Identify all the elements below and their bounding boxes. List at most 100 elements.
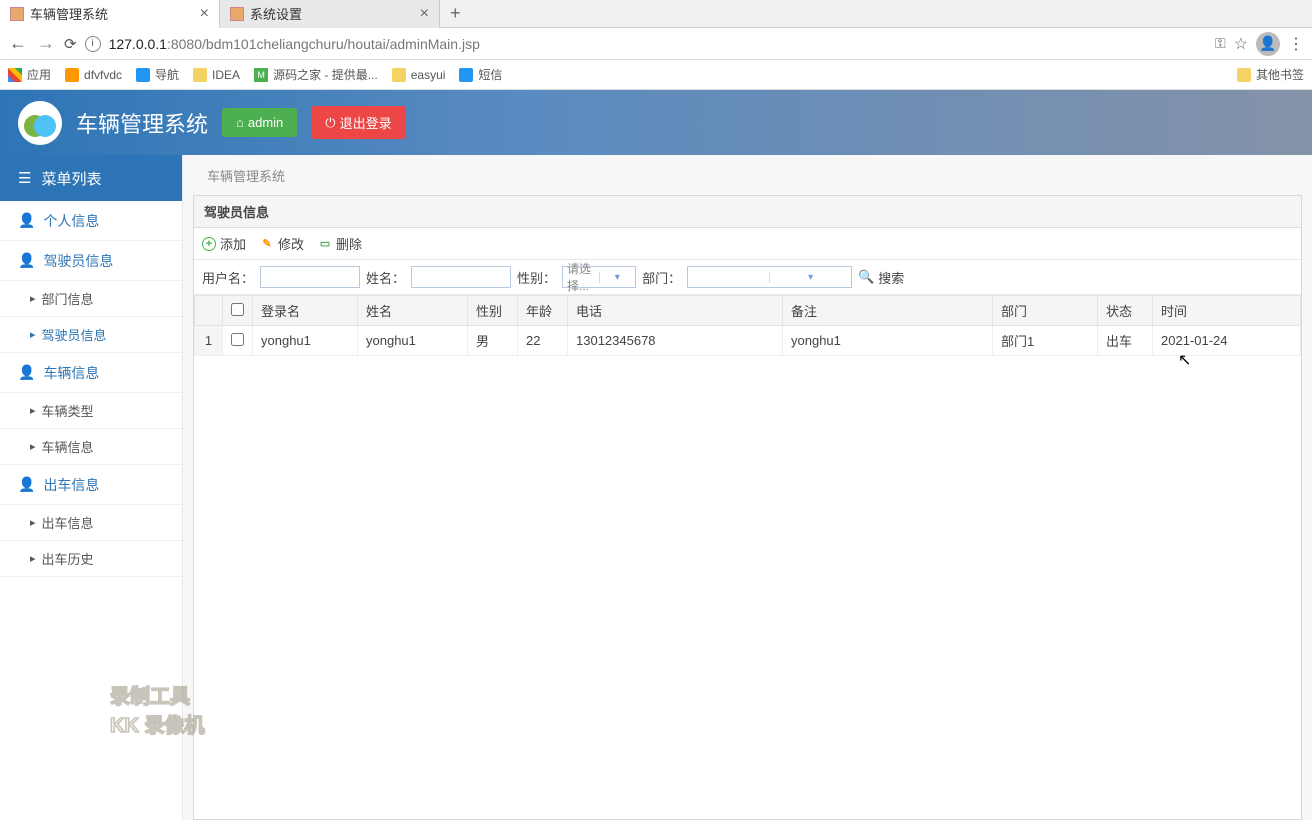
bookmark-icon — [65, 68, 79, 82]
breadcrumb: 车辆管理系统 — [183, 155, 1312, 195]
sidebar-item-vehicle[interactable]: 👤车辆信息 — [0, 353, 182, 393]
select-all-checkbox[interactable] — [231, 303, 244, 316]
pencil-icon: ✎ — [260, 237, 274, 251]
apps-button[interactable]: 应用 — [8, 66, 51, 83]
gender-label: 性别： — [517, 268, 556, 287]
bookmarks-bar: 应用 dfvfvdc 导航 IDEA M源码之家 - 提供最... easyui… — [0, 60, 1312, 90]
col-login[interactable]: 登录名 — [253, 296, 358, 326]
name-label: 姓名： — [366, 268, 405, 287]
list-icon: ☰ — [18, 169, 31, 187]
col-checkbox — [223, 296, 253, 326]
apps-icon — [8, 68, 22, 82]
name-input[interactable] — [411, 266, 511, 288]
col-status[interactable]: 状态 — [1098, 296, 1153, 326]
sidebar-header: ☰菜单列表 — [0, 155, 182, 201]
cell-remark: yonghu1 — [783, 326, 993, 356]
tab-title: 系统设置 — [250, 4, 302, 23]
bookmark-item[interactable]: easyui — [392, 68, 446, 82]
sidebar-sub-vehicleinfo[interactable]: 车辆信息 — [0, 429, 182, 465]
back-button[interactable]: ← — [8, 33, 28, 54]
search-button[interactable]: 🔍搜索 — [858, 268, 904, 287]
key-icon[interactable]: ⚿ — [1215, 35, 1226, 52]
col-phone[interactable]: 电话 — [568, 296, 783, 326]
table-row[interactable]: 1 yonghu1 yonghu1 男 22 13012345678 yongh… — [195, 326, 1301, 356]
sidebar-item-dispatch[interactable]: 👤出车信息 — [0, 465, 182, 505]
col-time[interactable]: 时间 — [1153, 296, 1301, 326]
search-bar: 用户名： 姓名： 性别： 请选择...▾ 部门： ▾ 🔍搜索 — [194, 260, 1301, 295]
col-name[interactable]: 姓名 — [358, 296, 468, 326]
col-dept[interactable]: 部门 — [993, 296, 1098, 326]
minus-icon: ▭ — [318, 237, 332, 251]
cell-gender: 男 — [468, 326, 518, 356]
header-row: 登录名 姓名 性别 年龄 电话 备注 部门 状态 时间 — [195, 296, 1301, 326]
cell-phone: 13012345678 — [568, 326, 783, 356]
folder-icon — [392, 68, 406, 82]
tab-title: 车辆管理系统 — [30, 4, 108, 23]
cell-time: 2021-01-24 — [1153, 326, 1301, 356]
url-field[interactable]: 127.0.0.1:8080/bdm101cheliangchuru/houta… — [109, 36, 1207, 52]
new-tab-button[interactable]: + — [440, 3, 471, 24]
browser-tab-active[interactable]: 车辆管理系统 × — [0, 0, 220, 28]
sidebar-sub-dispatch[interactable]: 出车信息 — [0, 505, 182, 541]
sidebar: ☰菜单列表 👤个人信息 👤驾驶员信息 部门信息 驾驶员信息 👤车辆信息 车辆类型… — [0, 155, 183, 820]
cell-login: yonghu1 — [253, 326, 358, 356]
cell-name: yonghu1 — [358, 326, 468, 356]
app-title: 车辆管理系统 — [76, 107, 208, 139]
dept-select[interactable]: ▾ — [687, 266, 852, 288]
bookmark-item[interactable]: M源码之家 - 提供最... — [254, 66, 378, 83]
bookmark-item[interactable]: 导航 — [136, 66, 179, 83]
sidebar-sub-history[interactable]: 出车历史 — [0, 541, 182, 577]
app-header: 车辆管理系统 ⌂admin ⏻退出登录 — [0, 90, 1312, 155]
chevron-down-icon: ▾ — [599, 272, 636, 283]
logout-button[interactable]: ⏻退出登录 — [311, 106, 405, 139]
bookmark-item[interactable]: dfvfvdc — [65, 68, 122, 82]
sidebar-sub-vehicletype[interactable]: 车辆类型 — [0, 393, 182, 429]
forward-button[interactable]: → — [36, 33, 56, 54]
bookmark-item[interactable]: 短信 — [459, 66, 502, 83]
bookmark-item[interactable]: IDEA — [193, 68, 240, 82]
col-gender[interactable]: 性别 — [468, 296, 518, 326]
browser-tab-strip: 车辆管理系统 × 系统设置 × + — [0, 0, 1312, 28]
user-icon: 👤 — [18, 476, 35, 493]
add-button[interactable]: +添加 — [202, 234, 246, 253]
row-checkbox[interactable] — [231, 333, 244, 346]
menu-icon[interactable]: ⋮ — [1288, 34, 1304, 54]
content-area: 车辆管理系统 驾驶员信息 +添加 ✎修改 ▭删除 用户名： 姓名： 性别： 请选… — [183, 155, 1312, 820]
browser-tab[interactable]: 系统设置 × — [220, 0, 440, 28]
row-num: 1 — [195, 326, 223, 356]
col-remark[interactable]: 备注 — [783, 296, 993, 326]
address-bar: ← → ⟳ i 127.0.0.1:8080/bdm101cheliangchu… — [0, 28, 1312, 60]
panel-title: 驾驶员信息 — [194, 196, 1301, 228]
bookmark-icon: M — [254, 68, 268, 82]
sidebar-item-personal[interactable]: 👤个人信息 — [0, 201, 182, 241]
bookmark-icon — [136, 68, 150, 82]
cell-age: 22 — [518, 326, 568, 356]
user-icon: 👤 — [18, 364, 35, 381]
username-input[interactable] — [260, 266, 360, 288]
user-icon: 👤 — [18, 252, 35, 269]
admin-button[interactable]: ⌂admin — [222, 108, 297, 137]
profile-avatar[interactable]: 👤 — [1256, 32, 1280, 56]
edit-button[interactable]: ✎修改 — [260, 234, 304, 253]
sidebar-sub-driver[interactable]: 驾驶员信息 — [0, 317, 182, 353]
bookmark-star-icon[interactable]: ☆ — [1234, 34, 1248, 54]
search-icon: 🔍 — [858, 269, 874, 285]
close-icon[interactable]: × — [200, 5, 209, 23]
home-icon: ⌂ — [236, 115, 244, 130]
col-age[interactable]: 年龄 — [518, 296, 568, 326]
power-icon: ⏻ — [325, 115, 335, 131]
app-logo — [18, 101, 62, 145]
user-icon: 👤 — [18, 212, 35, 229]
chevron-down-icon: ▾ — [769, 272, 851, 283]
plus-icon: + — [202, 237, 216, 251]
close-icon[interactable]: × — [420, 5, 429, 23]
reload-button[interactable]: ⟳ — [64, 35, 77, 53]
folder-icon — [1237, 68, 1251, 82]
sidebar-sub-dept[interactable]: 部门信息 — [0, 281, 182, 317]
other-bookmarks[interactable]: 其他书签 — [1237, 66, 1304, 83]
site-info-icon[interactable]: i — [85, 36, 101, 52]
folder-icon — [193, 68, 207, 82]
delete-button[interactable]: ▭删除 — [318, 234, 362, 253]
sidebar-item-driver[interactable]: 👤驾驶员信息 — [0, 241, 182, 281]
gender-select[interactable]: 请选择...▾ — [562, 266, 636, 288]
